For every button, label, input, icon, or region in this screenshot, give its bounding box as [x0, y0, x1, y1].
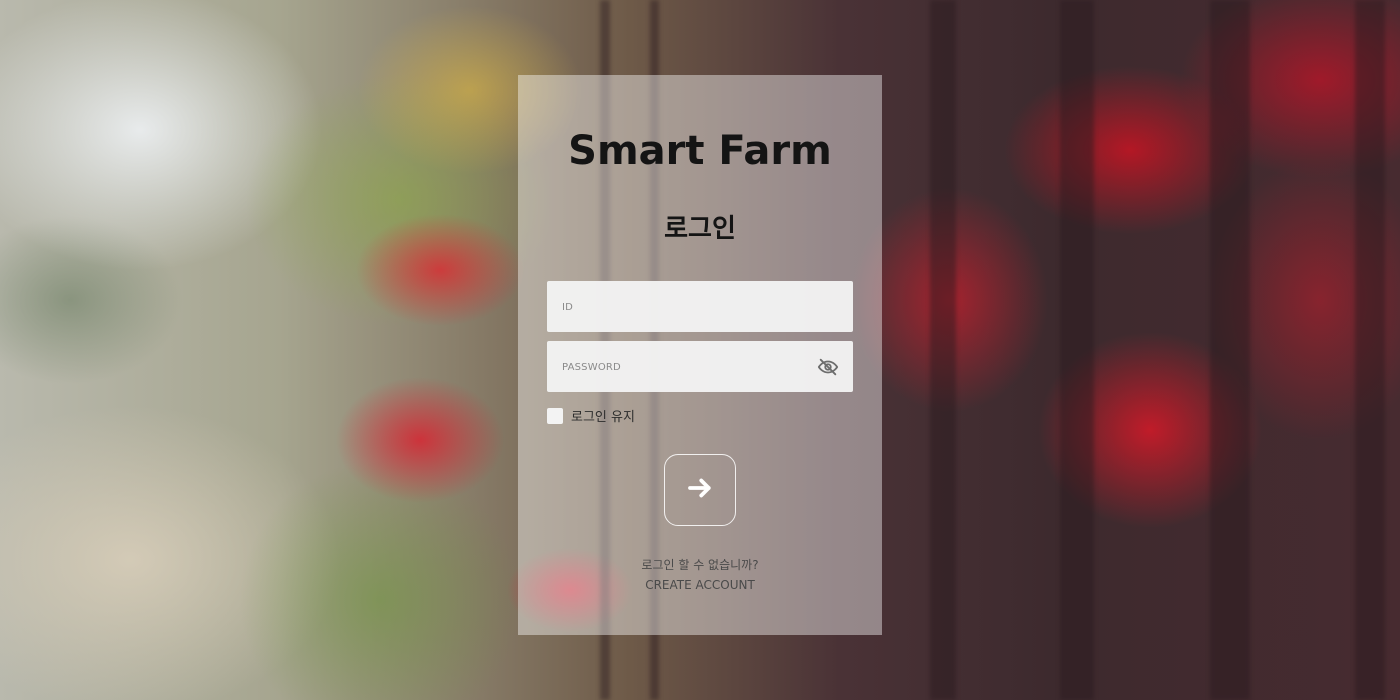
create-account-link[interactable]: CREATE ACCOUNT — [518, 578, 882, 592]
fence-bar — [1210, 0, 1250, 700]
app-title: Smart Farm — [568, 128, 832, 174]
eye-slash-icon[interactable] — [817, 356, 839, 378]
login-heading: 로그인 — [664, 214, 736, 244]
cannot-login-text: 로그인 할 수 없습니까? — [641, 558, 759, 572]
password-input[interactable] — [547, 341, 853, 392]
login-card: Smart Farm 로그인 로그인 유지 로그인 할 수 없습니까? CREA… — [518, 75, 882, 635]
password-field — [547, 341, 853, 392]
arrow-right-icon — [685, 473, 715, 507]
fence-bar — [930, 0, 956, 700]
remember-me-toggle[interactable]: 로그인 유지 — [547, 406, 635, 425]
login-submit-button[interactable] — [664, 454, 736, 526]
id-field — [547, 281, 853, 332]
fence-bar — [1355, 0, 1385, 700]
remember-me-checkbox[interactable] — [547, 407, 563, 424]
id-input[interactable] — [547, 281, 853, 332]
fence-bar — [1060, 0, 1094, 700]
remember-me-label: 로그인 유지 — [571, 410, 635, 425]
